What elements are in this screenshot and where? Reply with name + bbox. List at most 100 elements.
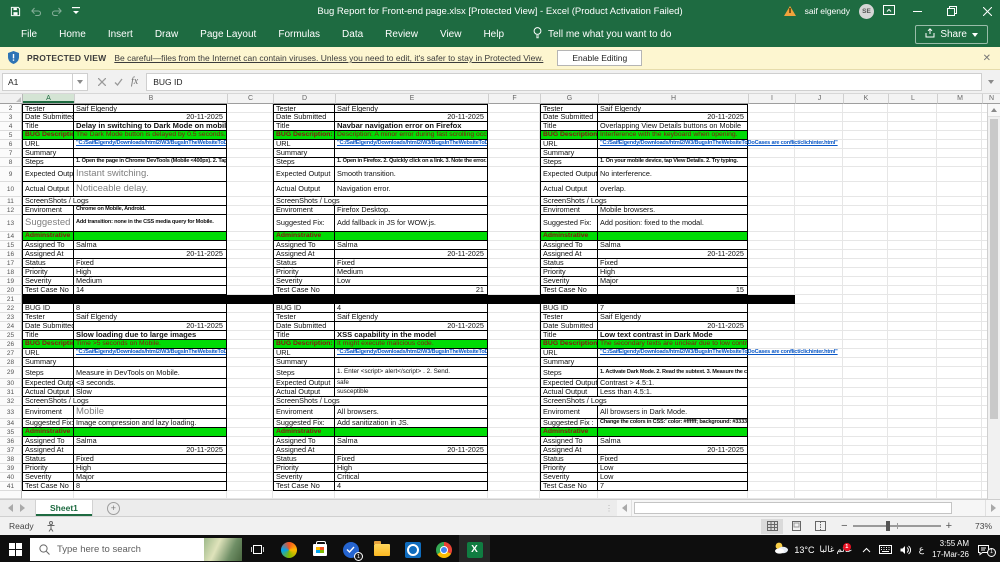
cell-A10[interactable]: Actual Output [22, 182, 74, 197]
cell-J40[interactable] [795, 473, 843, 482]
cell-A18[interactable]: Priority [22, 268, 74, 277]
cell-A33[interactable]: Enviroment [22, 406, 74, 419]
cell-A11[interactable]: ScreenShots / Logs [22, 197, 89, 206]
cell-K13[interactable] [843, 215, 888, 232]
cell-G27[interactable]: URL [540, 349, 598, 358]
cell-J23[interactable] [795, 313, 843, 322]
cell-F5[interactable] [488, 131, 540, 140]
speaker-icon[interactable] [900, 545, 911, 555]
cell-E39[interactable]: High [335, 464, 488, 473]
row-header-17[interactable]: 17 [0, 259, 22, 268]
cell-I30[interactable] [748, 379, 795, 388]
cell-L13[interactable] [888, 215, 937, 232]
row-header-34[interactable]: 34 [0, 419, 22, 428]
cell-G25[interactable]: Title [540, 331, 598, 340]
cell-M7[interactable] [937, 149, 982, 158]
cell-J29[interactable] [795, 367, 843, 379]
cell-M2[interactable] [937, 104, 982, 113]
name-box-dropdown-icon[interactable] [73, 72, 88, 91]
cell-K26[interactable] [843, 340, 888, 349]
cell-J36[interactable] [795, 437, 843, 446]
cell-I42[interactable] [748, 491, 795, 499]
cell-F41[interactable] [488, 482, 540, 491]
cell-H36[interactable]: Salma [598, 437, 748, 446]
cell-G19[interactable]: Severity [540, 277, 598, 286]
cell-M18[interactable] [937, 268, 982, 277]
cell-D11[interactable]: ScreenShots / Logs [273, 197, 340, 206]
cell-A39[interactable]: Priority [22, 464, 74, 473]
column-header-J[interactable]: J [796, 94, 844, 104]
avatar[interactable]: SE [859, 3, 874, 19]
cell-J7[interactable] [795, 149, 843, 158]
cell-I15[interactable] [748, 241, 795, 250]
cell-K15[interactable] [843, 241, 888, 250]
cell-C36[interactable] [227, 437, 273, 446]
name-box[interactable]: A1 [2, 72, 73, 91]
cell-F4[interactable] [488, 122, 540, 131]
cell-F23[interactable] [488, 313, 540, 322]
cell-A40[interactable]: Severity [22, 473, 74, 482]
cell-A41[interactable]: Test Case No [22, 482, 74, 491]
language-indicator[interactable]: ع [919, 544, 924, 555]
cell-G11[interactable]: ScreenShots / Logs [540, 197, 607, 206]
cell-E7[interactable] [335, 149, 488, 158]
row-header-32[interactable]: 32 [0, 397, 22, 406]
cell-F13[interactable] [488, 215, 540, 232]
cell-C3[interactable] [227, 113, 273, 122]
column-header-A[interactable]: A [23, 94, 75, 104]
cell-I19[interactable] [748, 277, 795, 286]
row-header-27[interactable]: 27 [0, 349, 22, 358]
cell-F14[interactable] [488, 232, 540, 241]
cell-E29[interactable]: 1. Enter <script> alert</script> . 2. Se… [335, 367, 488, 379]
cell-F15[interactable] [488, 241, 540, 250]
cell-E32[interactable] [335, 397, 488, 406]
cell-H20[interactable]: 15 [598, 286, 748, 295]
column-header-G[interactable]: G [541, 94, 599, 104]
cell-G5[interactable]: BUG Description: [540, 131, 598, 140]
row-header-39[interactable]: 39 [0, 464, 22, 473]
cell-K29[interactable] [843, 367, 888, 379]
column-header-M[interactable]: M [938, 94, 983, 104]
cell-C23[interactable] [227, 313, 273, 322]
cell-H23[interactable]: Saif Elgendy [598, 313, 748, 322]
cell-H13[interactable]: Add position: fixed to the modal. [598, 215, 748, 232]
cell-B39[interactable]: High [74, 464, 227, 473]
cell-B42[interactable] [74, 491, 227, 499]
vertical-scrollbar[interactable] [987, 104, 1000, 499]
cell-K8[interactable] [843, 158, 888, 167]
cell-J11[interactable] [795, 197, 843, 206]
cell-K4[interactable] [843, 122, 888, 131]
cell-M6[interactable] [937, 140, 982, 149]
cell-H30[interactable]: Contrast > 4.5:1. [598, 379, 748, 388]
cell-J12[interactable] [795, 206, 843, 215]
cell-J8[interactable] [795, 158, 843, 167]
ribbon-tab-file[interactable]: File [10, 25, 48, 44]
page-break-view-button[interactable] [809, 519, 831, 534]
cell-D42[interactable] [273, 491, 335, 499]
cell-K20[interactable] [843, 286, 888, 295]
cell-K42[interactable] [843, 491, 888, 499]
cell-J37[interactable] [795, 446, 843, 455]
cell-B37[interactable]: 20-11-2025 [74, 446, 227, 455]
cell-M30[interactable] [937, 379, 982, 388]
save-icon[interactable] [10, 6, 21, 17]
cell-I18[interactable] [748, 268, 795, 277]
prev-sheet-icon[interactable] [8, 504, 13, 512]
row-header-21[interactable]: 21 [0, 295, 22, 304]
cell-B34[interactable]: Image compression and lazy loading. [74, 419, 227, 428]
cell-H26[interactable]: The secondary texts are unclear due to l… [598, 340, 748, 349]
next-sheet-icon[interactable] [20, 504, 25, 512]
cell-M17[interactable] [937, 259, 982, 268]
excel-taskbar-button[interactable]: X [459, 535, 490, 562]
cell-C4[interactable] [227, 122, 273, 131]
cell-H8[interactable]: 1. On your mobile device, tap View Detai… [598, 158, 748, 167]
cell-E36[interactable]: Salma [335, 437, 488, 446]
cell-E24[interactable]: 20-11-2025 [335, 322, 488, 331]
cell-K16[interactable] [843, 250, 888, 259]
cell-A42[interactable] [22, 491, 74, 499]
cell-H34[interactable]: Change the colors in CSS:' color: #fffff… [598, 419, 748, 428]
cell-K24[interactable] [843, 322, 888, 331]
cell-H29[interactable]: 1. Activate Dark Mode. 2. Read the subte… [598, 367, 748, 379]
cell-I24[interactable] [748, 322, 795, 331]
touch-keyboard-icon[interactable] [878, 545, 892, 554]
